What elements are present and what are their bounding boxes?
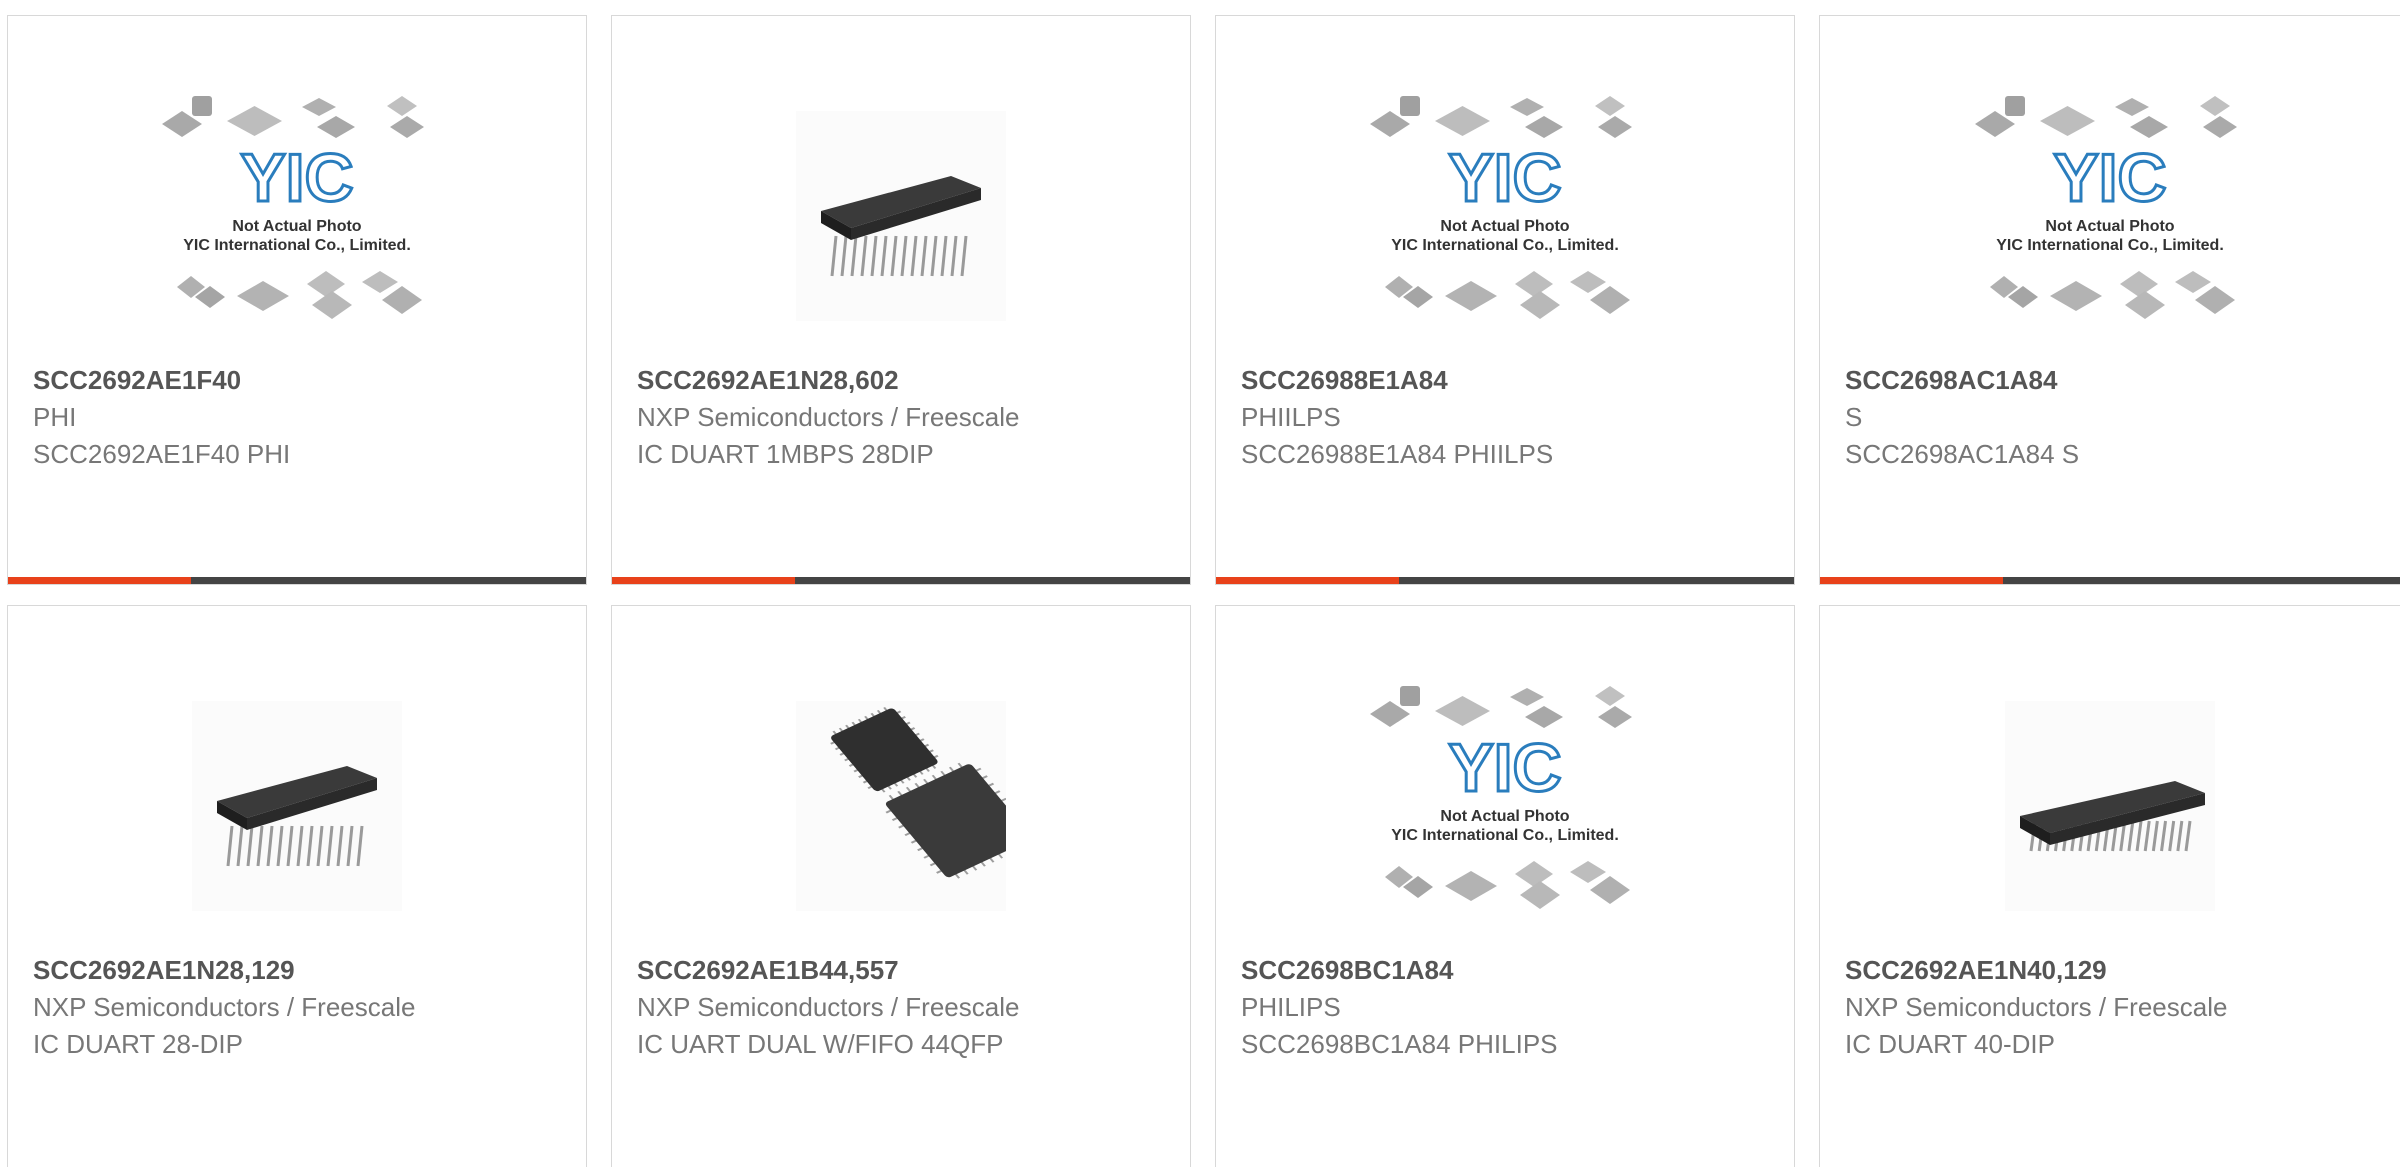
product-image[interactable] — [766, 676, 1036, 936]
product-card[interactable]: SCC2692AE1N40,129 NXP Semiconductors / F… — [1819, 605, 2400, 1167]
description: IC DUART 40-DIP — [1845, 1029, 2055, 1059]
svg-text:YIC International Co., Limited: YIC International Co., Limited. — [1996, 237, 2224, 254]
svg-text:YIC: YIC — [1448, 730, 1561, 806]
product-card[interactable]: YIC Not Actual Photo YIC International Co.… — [7, 15, 587, 585]
part-number[interactable]: SCC26988E1A84 — [1241, 362, 1774, 399]
card-underline — [612, 577, 1190, 584]
part-number[interactable]: SCC2692AE1N28,602 — [637, 362, 1170, 399]
product-card[interactable]: YIC Not Actual Photo YIC International Co.… — [1819, 15, 2400, 585]
product-grid: YIC Not Actual Photo YIC International Co.… — [0, 0, 2400, 1167]
card-underline — [1820, 577, 2400, 584]
svg-text:Not Actual Photo: Not Actual Photo — [2045, 218, 2174, 235]
dip-28-chip-icon — [796, 111, 1006, 321]
product-image[interactable]: YIC Not Actual Photo YIC International Co.… — [1975, 86, 2245, 346]
qfp-44-chip-icon — [796, 701, 1006, 911]
description: SCC26988E1A84 PHIILPS — [1241, 439, 1554, 469]
svg-text:YIC International Co., Limited: YIC International Co., Limited. — [1391, 237, 1619, 254]
description: IC DUART 28-DIP — [33, 1029, 243, 1059]
part-number[interactable]: SCC2698AC1A84 — [1845, 362, 2380, 399]
not-actual-photo-placeholder: YIC Not Actual Photo YIC International Co.… — [1370, 96, 1632, 319]
product-image[interactable] — [1975, 676, 2245, 936]
product-image[interactable] — [766, 86, 1036, 346]
svg-text:YIC: YIC — [2053, 140, 2166, 216]
svg-text:YIC: YIC — [1448, 140, 1561, 216]
part-number[interactable]: SCC2692AE1N28,129 — [33, 952, 566, 989]
product-card[interactable]: YIC Not Actual Photo YIC International Co.… — [1215, 605, 1795, 1167]
svg-text:Not Actual Photo: Not Actual Photo — [1440, 808, 1569, 825]
description: IC DUART 1MBPS 28DIP — [637, 439, 934, 469]
product-card[interactable]: SCC2692AE1B44,557 NXP Semiconductors / F… — [611, 605, 1191, 1167]
svg-text:Not Actual Photo: Not Actual Photo — [232, 218, 361, 235]
not-actual-photo-placeholder: YIC Not Actual Photo YIC International Co.… — [1370, 686, 1632, 909]
description: SCC2692AE1F40 PHI — [33, 439, 291, 469]
manufacturer: NXP Semiconductors / Freescale — [1845, 992, 2228, 1022]
svg-text:YIC International Co., Limited: YIC International Co., Limited. — [183, 237, 411, 254]
manufacturer: NXP Semiconductors / Freescale — [33, 992, 416, 1022]
part-number[interactable]: SCC2692AE1B44,557 — [637, 952, 1170, 989]
svg-text:YIC International Co., Limited: YIC International Co., Limited. — [1391, 827, 1619, 844]
product-image[interactable]: YIC Not Actual Photo YIC International Co.… — [1370, 676, 1640, 936]
product-card[interactable]: SCC2692AE1N28,129 NXP Semiconductors / F… — [7, 605, 587, 1167]
product-image[interactable]: YIC Not Actual Photo YIC International Co.… — [162, 86, 432, 346]
description: IC UART DUAL W/FIFO 44QFP — [637, 1029, 1004, 1059]
svg-text:Not Actual Photo: Not Actual Photo — [1440, 218, 1569, 235]
product-card[interactable]: SCC2692AE1N28,602 NXP Semiconductors / F… — [611, 15, 1191, 585]
manufacturer: NXP Semiconductors / Freescale — [637, 402, 1020, 432]
card-underline — [8, 577, 586, 584]
manufacturer: PHIILPS — [1241, 402, 1341, 432]
part-number[interactable]: SCC2698BC1A84 — [1241, 952, 1774, 989]
product-card[interactable]: YIC Not Actual Photo YIC International Co.… — [1215, 15, 1795, 585]
description: SCC2698AC1A84 S — [1845, 439, 2080, 469]
manufacturer: PHILIPS — [1241, 992, 1341, 1022]
part-number[interactable]: SCC2692AE1F40 — [33, 362, 566, 399]
product-image[interactable] — [162, 676, 432, 936]
dip-40-chip-icon — [2005, 701, 2215, 911]
description: SCC2698BC1A84 PHILIPS — [1241, 1029, 1558, 1059]
manufacturer: PHI — [33, 402, 77, 432]
card-underline — [1216, 577, 1794, 584]
dip-28-chip-icon — [192, 701, 402, 911]
manufacturer: NXP Semiconductors / Freescale — [637, 992, 1020, 1022]
svg-text:YIC: YIC — [240, 140, 353, 216]
not-actual-photo-placeholder: YIC Not Actual Photo YIC International Co.… — [162, 96, 424, 319]
manufacturer: S — [1845, 402, 1863, 432]
not-actual-photo-placeholder: YIC Not Actual Photo YIC International Co.… — [1975, 96, 2237, 319]
product-image[interactable]: YIC Not Actual Photo YIC International Co.… — [1370, 86, 1640, 346]
part-number[interactable]: SCC2692AE1N40,129 — [1845, 952, 2380, 989]
